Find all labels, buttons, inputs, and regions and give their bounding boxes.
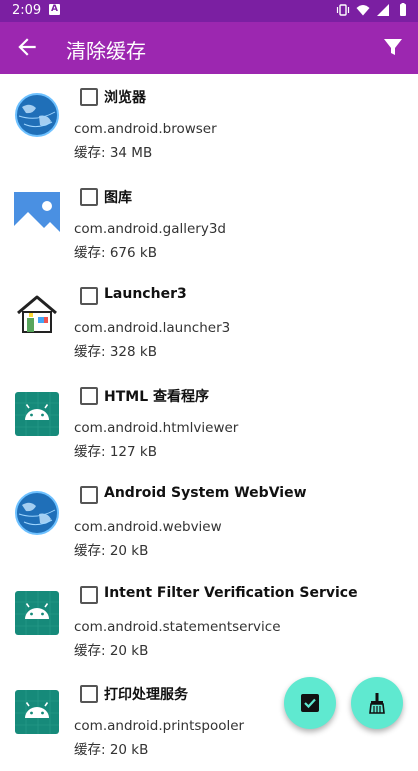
select-all-button[interactable] [284,677,336,729]
app-name: Android System WebView [104,485,307,501]
app-bar: 清除缓存 [0,22,418,74]
app-cache-size: 缓存: 20 kB [74,543,149,559]
list-item[interactable]: 图库 com.android.gallery3d 缓存: 676 kB [0,174,418,274]
vibrate-icon [336,4,350,16]
app-name: 浏览器 [104,90,146,106]
app-name: Intent Filter Verification Service [104,584,358,601]
app-package: com.android.statementservice [74,618,281,635]
clean-cache-button[interactable] [351,677,403,729]
app-cache-size: 缓存: 20 kB [74,742,149,758]
app-checkbox[interactable] [80,287,98,305]
list-item[interactable]: Intent Filter Verification Service com.a… [0,572,418,672]
status-bar: 2:09 A [0,0,418,22]
page-title: 清除缓存 [66,39,146,63]
list-item[interactable]: Android System WebView com.android.webvi… [0,472,418,572]
app-package: com.android.webview [74,519,222,535]
globe-icon [15,491,59,535]
app-package: com.android.printspooler [74,718,245,734]
app-checkbox[interactable] [80,685,98,703]
broom-icon [369,693,385,714]
house-icon [17,295,57,333]
status-time: 2:09 [12,3,42,18]
list-item[interactable]: 打印处理服务 com.android.printspooler 缓存: 20 k… [0,671,418,771]
list-item[interactable]: Launcher3 com.android.launcher3 缓存: 328 … [0,273,418,373]
app-cache-size: 缓存: 34 MB [74,145,153,161]
filter-icon[interactable] [381,35,405,59]
app-checkbox[interactable] [80,187,98,206]
app-cache-size: 缓存: 127 kB [74,443,157,460]
notification-icon: A [49,4,60,15]
wifi-icon [356,5,370,16]
app-checkbox[interactable] [80,386,98,405]
app-cache-size: 缓存: 20 kB [74,642,149,659]
status-icons [336,3,410,17]
app-checkbox[interactable] [80,585,98,604]
app-package: com.android.launcher3 [74,320,231,336]
android-icon [15,590,59,635]
app-package: com.android.browser [74,121,217,137]
app-checkbox[interactable] [80,88,98,106]
checkbox-checked-icon [301,694,319,712]
app-name: HTML 查看程序 [104,388,209,405]
android-icon [15,690,59,734]
app-name: Launcher3 [104,286,187,302]
app-package: com.android.gallery3d [74,220,226,237]
app-checkbox[interactable] [80,486,98,504]
list-item[interactable]: HTML 查看程序 com.android.htmlviewer 缓存: 127… [0,373,418,473]
android-icon [15,391,59,436]
app-cache-size: 缓存: 328 kB [74,344,157,360]
app-list: 浏览器 com.android.browser 缓存: 34 MB 图库 com… [0,74,418,771]
arrow-back-icon[interactable] [14,34,40,60]
battery-icon [400,3,406,16]
app-name: 打印处理服务 [104,687,188,703]
list-item[interactable]: 浏览器 com.android.browser 缓存: 34 MB [0,74,418,174]
signal-icon [377,4,389,16]
app-cache-size: 缓存: 676 kB [74,244,157,261]
globe-icon [15,93,59,137]
app-package: com.android.htmlviewer [74,419,239,436]
app-name: 图库 [104,189,132,206]
gallery-icon [14,191,60,238]
